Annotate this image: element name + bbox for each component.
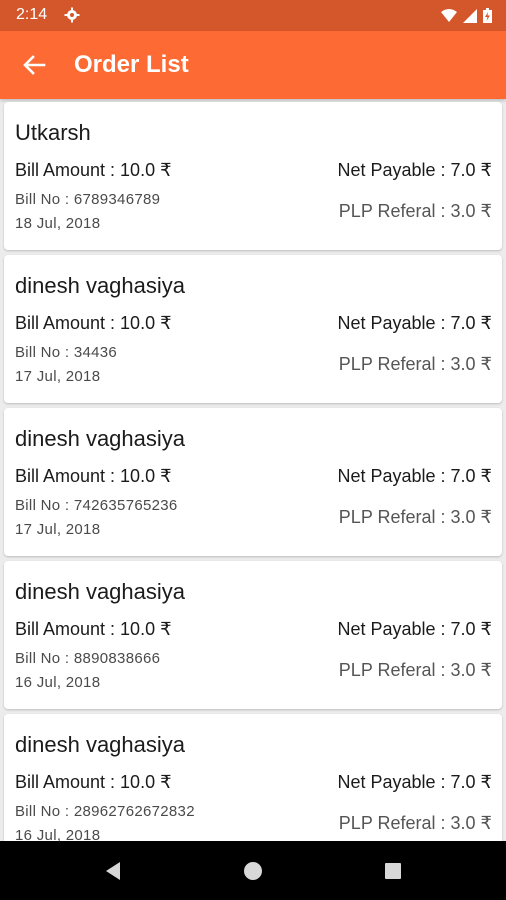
net-payable: Net Payable : 7.0 ₹ [337,160,492,180]
bill-amount: Bill Amount : 10.0 ₹ [15,466,172,486]
status-bar: 2:14 [0,0,506,31]
order-date: 17 Jul, 2018 [15,521,101,538]
order-date: 16 Jul, 2018 [15,674,101,691]
wifi-icon [441,8,457,22]
customer-name: dinesh vaghasiya [15,732,186,757]
net-payable: Net Payable : 7.0 ₹ [337,772,492,792]
bill-number: Bill No : 742635765236 [15,497,178,514]
order-card[interactable]: dinesh vaghasiya Bill Amount : 10.0 ₹ Ne… [4,714,502,841]
customer-name: dinesh vaghasiya [15,426,186,451]
order-card[interactable]: dinesh vaghasiya Bill Amount : 10.0 ₹ Ne… [4,561,502,709]
bill-number: Bill No : 34436 [15,344,118,361]
system-nav-bar [0,841,506,900]
app-bar: Order List [0,31,506,99]
bill-amount: Bill Amount : 10.0 ₹ [15,160,172,180]
signal-icon [463,8,477,23]
plp-referal: PLP Referal : 3.0 ₹ [338,201,492,221]
status-icons [441,8,492,23]
order-card[interactable]: Utkarsh Bill Amount : 10.0 ₹ Net Payable… [4,102,502,250]
bill-number: Bill No : 8890838666 [15,650,161,667]
bill-number: Bill No : 6789346789 [15,191,161,208]
net-payable: Net Payable : 7.0 ₹ [337,466,492,486]
order-date: 16 Jul, 2018 [15,827,101,841]
bill-amount: Bill Amount : 10.0 ₹ [15,772,172,792]
order-card[interactable]: dinesh vaghasiya Bill Amount : 10.0 ₹ Ne… [4,408,502,556]
home-circle-icon[interactable] [240,858,266,884]
order-date: 17 Jul, 2018 [15,368,101,385]
customer-name: dinesh vaghasiya [15,579,186,604]
customer-name: Utkarsh [15,120,91,145]
back-triangle-icon[interactable] [100,858,126,884]
plp-referal: PLP Referal : 3.0 ₹ [338,354,492,374]
order-list[interactable]: Utkarsh Bill Amount : 10.0 ₹ Net Payable… [0,99,506,841]
battery-icon [483,8,492,23]
arrow-left-icon[interactable] [18,49,50,81]
order-date: 18 Jul, 2018 [15,215,101,232]
bill-amount: Bill Amount : 10.0 ₹ [15,619,172,639]
plp-referal: PLP Referal : 3.0 ₹ [338,813,492,833]
bill-amount: Bill Amount : 10.0 ₹ [15,313,172,333]
plp-referal: PLP Referal : 3.0 ₹ [338,507,492,527]
customer-name: dinesh vaghasiya [15,273,186,298]
gear-icon [64,7,80,23]
net-payable: Net Payable : 7.0 ₹ [337,619,492,639]
net-payable: Net Payable : 7.0 ₹ [337,313,492,333]
status-time: 2:14 [16,6,48,23]
recents-square-icon[interactable] [380,858,406,884]
bill-number: Bill No : 28962762672832 [15,803,195,820]
order-card[interactable]: dinesh vaghasiya Bill Amount : 10.0 ₹ Ne… [4,255,502,403]
plp-referal: PLP Referal : 3.0 ₹ [338,660,492,680]
page-title: Order List [74,51,189,78]
